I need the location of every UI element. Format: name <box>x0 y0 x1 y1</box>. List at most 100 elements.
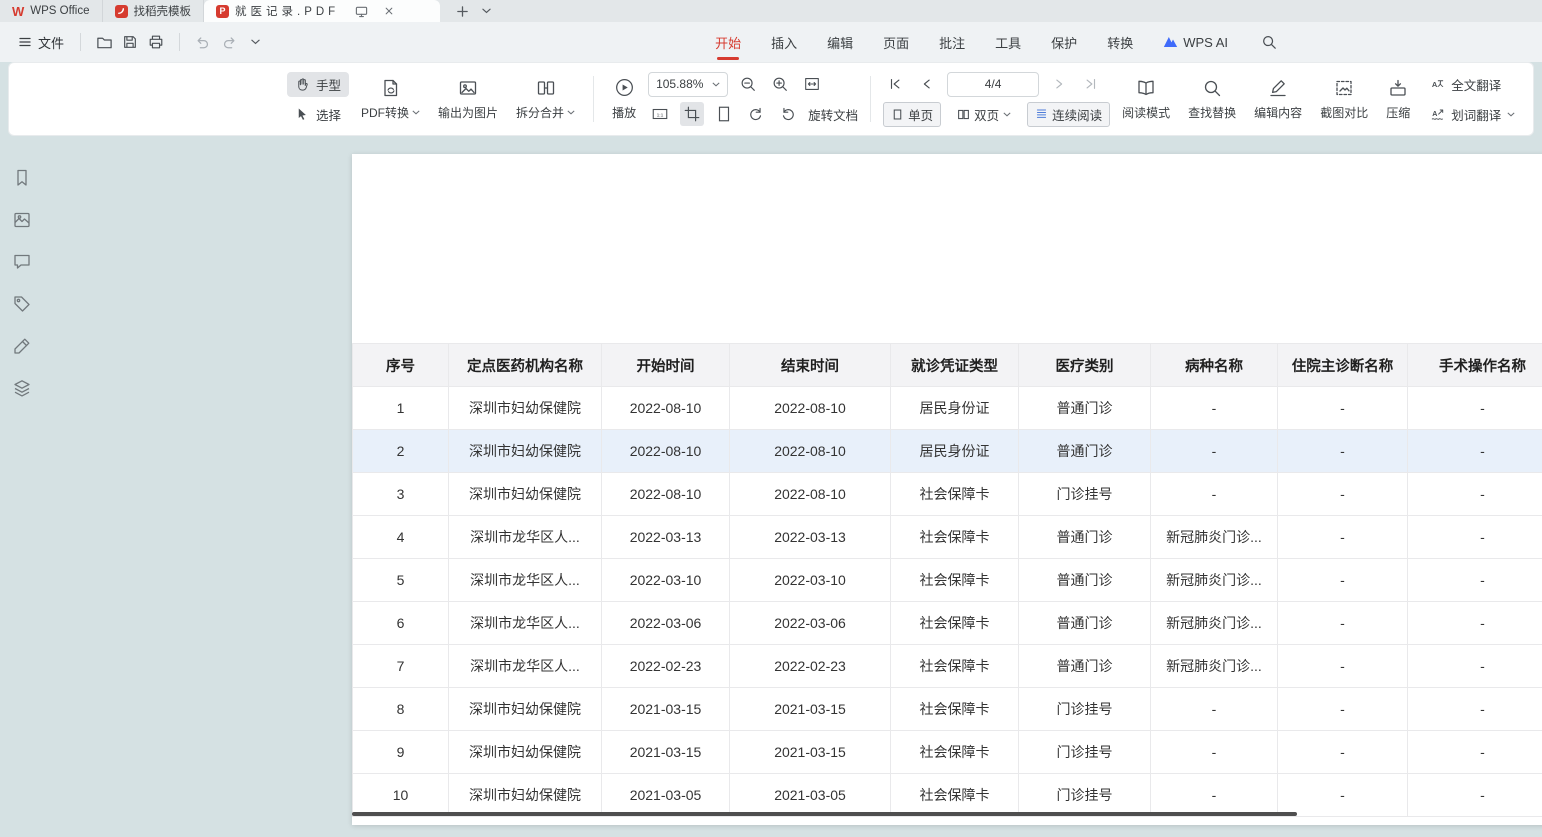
medical-table: 序号定点医药机构名称开始时间结束时间就诊凭证类型医疗类别病种名称住院主诊断名称手… <box>352 343 1542 817</box>
edit-content-button[interactable]: 编辑内容 <box>1248 74 1308 125</box>
read-mode-button[interactable]: 阅读模式 <box>1116 74 1176 125</box>
table-cell: 普通门诊 <box>1019 645 1151 688</box>
table-cell: - <box>1408 731 1542 774</box>
tab-document[interactable]: P 就医记录.PDF <box>204 0 440 22</box>
previous-page-icon[interactable] <box>915 72 939 96</box>
print-button[interactable] <box>143 29 169 55</box>
double-page-label: 双页 <box>974 105 999 124</box>
menu-tab-convert[interactable]: 转换 <box>1105 23 1135 62</box>
first-page-icon[interactable] <box>883 72 907 96</box>
play-label: 播放 <box>612 104 636 121</box>
tab-docer-templates[interactable]: 找稻壳模板 <box>103 0 205 22</box>
tag-panel-icon[interactable] <box>12 294 32 314</box>
next-page-icon[interactable] <box>1047 72 1071 96</box>
menu-tab-wps-ai[interactable]: WPS AI <box>1161 25 1230 60</box>
play-button[interactable]: 播放 <box>606 73 642 125</box>
double-page-button[interactable]: 双页 <box>949 102 1019 127</box>
menu-tab-start[interactable]: 开始 <box>713 23 743 62</box>
table-cell: 2022-03-10 <box>602 559 730 602</box>
menu-tab-edit[interactable]: 编辑 <box>825 23 855 62</box>
layers-panel-icon[interactable] <box>12 378 32 398</box>
menu-tab-insert[interactable]: 插入 <box>769 23 799 62</box>
table-cell: 2022-03-13 <box>730 516 891 559</box>
search-icon[interactable] <box>1256 29 1282 55</box>
table-cell: 2022-08-10 <box>730 387 891 430</box>
close-tab-icon[interactable] <box>377 6 401 16</box>
rotate-document-button[interactable]: 旋转文档 <box>808 105 858 124</box>
tab-wps-office[interactable]: W WPS Office <box>0 0 103 22</box>
screenshot-compare-button[interactable]: 截图对比 <box>1314 74 1374 125</box>
fit-width-icon[interactable] <box>800 72 824 96</box>
wps-logo-icon: W <box>12 4 24 19</box>
table-cell: 社会保障卡 <box>891 688 1019 731</box>
table-cell: 深圳市龙华区人... <box>449 559 602 602</box>
zoom-out-icon[interactable] <box>736 72 760 96</box>
table-cell: 普通门诊 <box>1019 387 1151 430</box>
table-cell: 社会保障卡 <box>891 774 1019 817</box>
menu-tab-protect[interactable]: 保护 <box>1049 23 1079 62</box>
hand-tool-button[interactable]: 手型 <box>287 72 349 97</box>
new-tab-button[interactable] <box>450 0 474 22</box>
tab-list-chevron-icon[interactable] <box>474 0 498 22</box>
signature-panel-icon[interactable] <box>12 336 32 356</box>
column-header: 医疗类别 <box>1019 344 1151 387</box>
continuous-read-button[interactable]: 连续阅读 <box>1027 102 1110 127</box>
last-page-icon[interactable] <box>1079 72 1103 96</box>
rotate-right-icon[interactable] <box>776 102 800 126</box>
rotate-left-icon[interactable] <box>744 102 768 126</box>
undo-history-chevron-icon[interactable] <box>242 29 268 55</box>
table-cell: 门诊挂号 <box>1019 774 1151 817</box>
wps-ai-logo-icon <box>1163 36 1178 48</box>
zoom-in-icon[interactable] <box>768 72 792 96</box>
chevron-down-icon <box>567 110 575 115</box>
page-width-icon[interactable] <box>712 102 736 126</box>
comment-panel-icon[interactable] <box>12 252 32 272</box>
docer-tab-label: 找稻壳模板 <box>134 3 192 19</box>
read-mode-label: 阅读模式 <box>1122 104 1170 121</box>
actual-size-icon[interactable]: 1:1 <box>648 102 672 126</box>
save-button[interactable] <box>117 29 143 55</box>
undo-button[interactable] <box>190 29 216 55</box>
ribbon-toolbar: 手型 选择 PDF转换 输出为图片 拆分合并 <box>8 62 1534 136</box>
table-cell: - <box>1408 516 1542 559</box>
page-number-input[interactable]: 4/4 <box>947 72 1039 97</box>
export-image-button[interactable]: 输出为图片 <box>432 74 504 125</box>
redo-button[interactable] <box>216 29 242 55</box>
zoom-select[interactable]: 105.88% <box>648 72 728 97</box>
thumbnail-panel-icon[interactable] <box>12 210 32 230</box>
page-indicator-value: 4/4 <box>985 77 1002 91</box>
full-translate-button[interactable]: A 全文翻译 <box>1422 72 1523 97</box>
single-page-icon <box>891 108 904 121</box>
file-menu-button[interactable]: 文件 <box>12 29 70 56</box>
fit-page-icon[interactable] <box>680 102 704 126</box>
table-cell: 2022-03-10 <box>730 559 891 602</box>
table-cell: - <box>1278 774 1408 817</box>
pdf-convert-button[interactable]: PDF转换 <box>355 74 426 125</box>
table-cell: 社会保障卡 <box>891 516 1019 559</box>
select-tool-label: 选择 <box>316 105 341 124</box>
single-page-button[interactable]: 单页 <box>883 102 941 127</box>
table-cell: 普通门诊 <box>1019 516 1151 559</box>
column-header: 病种名称 <box>1151 344 1278 387</box>
open-file-button[interactable] <box>91 29 117 55</box>
menu-tab-page[interactable]: 页面 <box>881 23 911 62</box>
split-merge-button[interactable]: 拆分合并 <box>510 74 581 125</box>
menu-tab-annotate[interactable]: 批注 <box>937 23 967 62</box>
bookmark-panel-icon[interactable] <box>12 168 32 188</box>
table-cell: - <box>1408 688 1542 731</box>
word-translate-button[interactable]: A 划词翻译 <box>1422 102 1523 127</box>
compress-button[interactable]: 压缩 <box>1380 74 1416 125</box>
table-cell: - <box>1408 645 1542 688</box>
table-cell: 门诊挂号 <box>1019 731 1151 774</box>
table-horizontal-scrollbar[interactable] <box>352 812 1297 816</box>
table-cell: 6 <box>353 602 449 645</box>
find-replace-button[interactable]: 查找替换 <box>1182 74 1242 125</box>
monitor-icon[interactable] <box>349 5 373 18</box>
select-tool-button[interactable]: 选择 <box>287 102 349 127</box>
word-translate-icon: A <box>1430 107 1445 122</box>
double-page-icon <box>957 108 970 121</box>
edit-content-label: 编辑内容 <box>1254 104 1302 121</box>
menu-tab-tools[interactable]: 工具 <box>993 23 1023 62</box>
pdf-convert-icon <box>381 78 401 98</box>
table-cell: 社会保障卡 <box>891 602 1019 645</box>
